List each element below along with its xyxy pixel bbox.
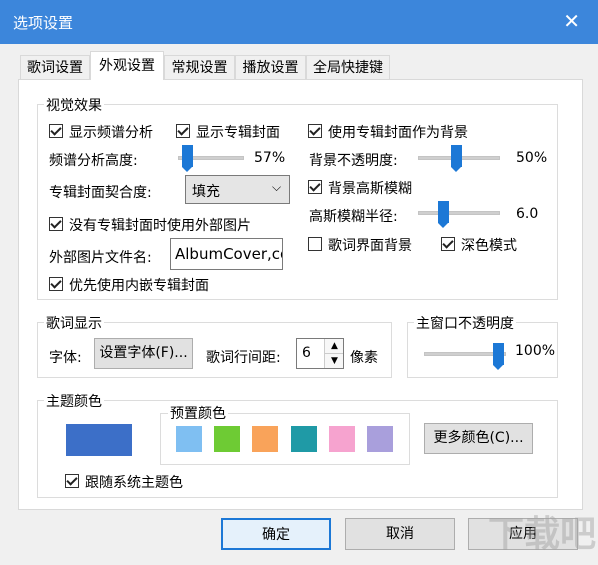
cancel-button[interactable]: 取消: [345, 518, 455, 550]
line-spacing-value: 6: [302, 345, 311, 361]
spectrum-height-slider[interactable]: [182, 145, 193, 172]
window-opacity-slider[interactable]: [493, 343, 504, 370]
lyric-background-label: 歌词界面背景: [328, 238, 412, 254]
preset-colors-title: 预置颜色: [168, 403, 228, 423]
bg-opacity-value: 50%: [516, 150, 548, 166]
font-label: 字体:: [49, 350, 82, 366]
close-icon[interactable]: ✕: [563, 9, 580, 33]
lyric-background-checkbox[interactable]: [308, 237, 322, 251]
preset-color-teal[interactable]: [291, 426, 317, 452]
blur-radius-label: 高斯模糊半径:: [309, 209, 398, 225]
blur-radius-value: 6.0: [516, 206, 539, 222]
preset-color-purple[interactable]: [367, 426, 393, 452]
bg-opacity-label: 背景不透明度:: [309, 153, 398, 169]
chevron-down-icon: ⌵: [272, 180, 282, 194]
ok-button[interactable]: 确定: [221, 518, 331, 550]
preset-color-green[interactable]: [214, 426, 240, 452]
apply-button[interactable]: 应用: [468, 518, 578, 550]
preset-color-orange[interactable]: [252, 426, 278, 452]
spectrum-height-label: 频谱分析高度:: [49, 153, 138, 169]
title-bar: 选项设置 ✕: [0, 0, 598, 44]
blur-radius-track: [418, 211, 500, 215]
cover-fit-label: 专辑封面契合度:: [49, 185, 152, 201]
dark-mode-checkbox[interactable]: [441, 237, 455, 251]
tab-general-settings[interactable]: 常规设置: [164, 55, 235, 79]
prefer-embedded-checkbox[interactable]: [49, 277, 63, 291]
tab-playback-settings[interactable]: 播放设置: [235, 55, 306, 79]
show-spectrum-checkbox[interactable]: [49, 124, 63, 138]
external-filename-input[interactable]: AlbumCover,co: [170, 238, 283, 270]
bg-blur-checkbox[interactable]: [308, 180, 322, 194]
cover-as-background-checkbox[interactable]: [308, 124, 322, 138]
tab-lyrics-settings[interactable]: 歌词设置: [20, 55, 90, 79]
theme-color-title: 主题颜色: [44, 391, 104, 411]
prefer-embedded-label: 优先使用内嵌专辑封面: [69, 278, 209, 294]
cover-as-background-label: 使用专辑封面作为背景: [328, 125, 468, 141]
blur-radius-slider[interactable]: [438, 201, 449, 228]
bg-opacity-slider[interactable]: [451, 145, 462, 172]
spin-down-icon[interactable]: ▼: [324, 354, 343, 368]
window-opacity-title: 主窗口不透明度: [414, 313, 516, 333]
window-opacity-value: 100%: [515, 343, 556, 359]
lyrics-display-title: 歌词显示: [44, 313, 104, 333]
use-external-image-checkbox[interactable]: [49, 217, 63, 231]
visual-effects-title: 视觉效果: [44, 95, 104, 115]
line-spacing-label: 歌词行间距:: [206, 350, 281, 366]
preset-color-light-blue[interactable]: [176, 426, 202, 452]
more-colors-button[interactable]: 更多颜色(C)...: [424, 423, 533, 454]
current-theme-color[interactable]: [66, 424, 132, 456]
use-external-image-label: 没有专辑封面时使用外部图片: [69, 218, 251, 234]
follow-system-color-checkbox[interactable]: [65, 474, 79, 488]
cover-fit-select[interactable]: 填充 ⌵: [185, 175, 290, 204]
external-filename-label: 外部图片文件名:: [49, 250, 152, 266]
line-spacing-spinbox[interactable]: 6 ▲ ▼: [296, 338, 344, 369]
cover-fit-value: 填充: [192, 184, 220, 200]
show-cover-checkbox[interactable]: [176, 124, 190, 138]
spin-up-icon[interactable]: ▲: [324, 339, 343, 354]
tab-appearance-settings[interactable]: 外观设置: [90, 51, 164, 80]
show-cover-label: 显示专辑封面: [196, 125, 280, 141]
show-spectrum-label: 显示频谱分析: [69, 125, 153, 141]
pixel-unit-label: 像素: [350, 350, 378, 366]
set-font-button[interactable]: 设置字体(F)...: [94, 338, 193, 369]
bg-blur-label: 背景高斯模糊: [328, 181, 412, 197]
follow-system-color-label: 跟随系统主题色: [85, 475, 183, 491]
dark-mode-label: 深色模式: [461, 238, 517, 254]
window-title: 选项设置: [13, 14, 74, 32]
preset-color-pink[interactable]: [329, 426, 355, 452]
spectrum-height-value: 57%: [254, 150, 286, 166]
tab-global-hotkeys[interactable]: 全局快捷键: [306, 55, 390, 79]
